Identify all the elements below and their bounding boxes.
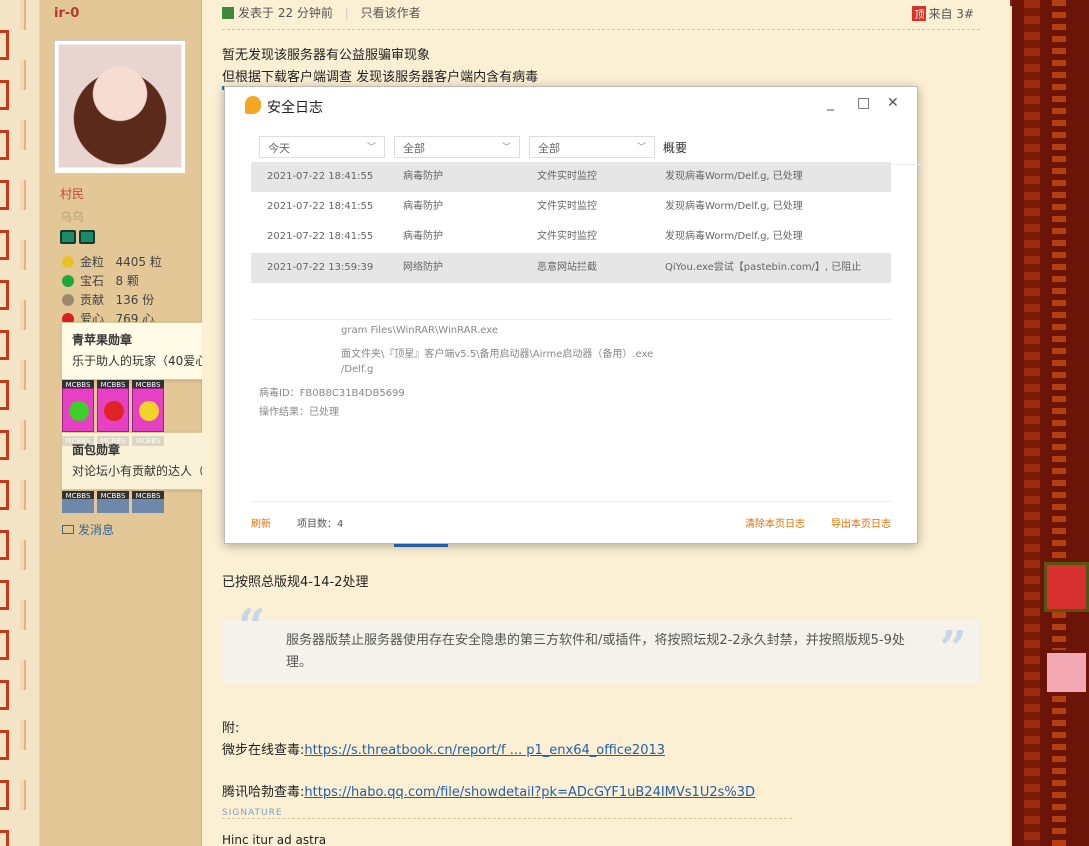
gem-icon: [62, 275, 74, 287]
threatbook-link[interactable]: https://s.threatbook.cn/report/f ... p1_…: [304, 743, 665, 758]
user-rank: 村民: [60, 187, 85, 201]
habo-line: 腾讯哈勃查毒:https://habo.qq.com/file/showdeta…: [222, 785, 756, 800]
post-line-3: 已按照总版规4-14-2处理: [222, 575, 369, 590]
signature-divider: SIGNATURE: [222, 808, 792, 819]
log-row[interactable]: 2021-07-22 13:59:39 网络防护 恶意网站拦截 QiYou.exe尝试…: [251, 253, 891, 283]
stat-gem: 宝石 8 颗: [62, 272, 139, 289]
close-quote-icon: ”: [939, 621, 967, 677]
close-icon[interactable]: ✕: [887, 95, 899, 111]
top-tag: 顶: [912, 6, 927, 21]
detail-path: gram Files\WinRAR\WinRAR.exe: [341, 325, 498, 336]
user-sidebar: ir-0 村民 乌乌 金粒 4405 粒 宝石 8 颗 贡献 136 份 爱心 …: [40, 0, 202, 846]
stat-contribution: 贡献 136 份: [62, 291, 154, 308]
security-log-window: 安全日志 _ □ ✕ 今天 ﹀ 全部 ﹀ 全部 ﹀ 概要 2021-07-22 18:…: [224, 86, 921, 544]
side-float-button[interactable]: [1044, 562, 1089, 612]
chevron-down-icon: ﹀: [366, 143, 376, 153]
creeper-rank-icon: [60, 230, 76, 244]
quote-text: 服务器版禁止服务器使用存在安全隐患的第三方软件和/或插件，将按照坛规2-2永久封…: [286, 633, 905, 670]
send-message-link[interactable]: 发消息: [62, 521, 114, 538]
refresh-button[interactable]: 刷新: [251, 515, 271, 530]
rank-icons: [60, 230, 100, 246]
creeper-rank-icon: [79, 230, 95, 244]
log-row[interactable]: 2021-07-22 18:41:55 病毒防护 文件实时监控 发现病毒Worm/De…: [251, 222, 891, 252]
divider: [251, 319, 891, 320]
attach-label: 附:: [222, 721, 240, 736]
chevron-down-icon: ﹀: [636, 143, 646, 153]
detail-virus: /Delf.g: [341, 364, 374, 375]
right-decoration: [1012, 0, 1089, 846]
golden-apple-medal[interactable]: [132, 388, 164, 432]
detail-virus-id: 病毒ID：FB0B8C31B4DB5699: [259, 388, 405, 399]
flame-logo-icon: [245, 96, 261, 114]
chevron-down-icon: ﹀: [501, 143, 511, 153]
mail-icon: [62, 525, 74, 534]
user-subrank: 乌乌: [60, 210, 85, 224]
side-float-button[interactable]: [1044, 650, 1089, 695]
detail-file: 面文件夹\『顶星』客户端v5.5\备用启动器\Airme启动器（备用）.exe: [341, 349, 654, 360]
avatar[interactable]: [54, 40, 186, 174]
red-apple-medal[interactable]: [97, 388, 129, 432]
detail-result: 操作结果：已处理: [259, 407, 339, 418]
export-log-button[interactable]: 导出本页日志: [831, 515, 891, 530]
log-row[interactable]: 2021-07-22 18:41:55 病毒防护 文件实时监控 发现病毒Worm/De…: [251, 162, 891, 192]
green-apple-medal[interactable]: [62, 388, 94, 432]
window-title: 安全日志: [267, 100, 323, 116]
summary-column-header: 概要: [663, 141, 688, 155]
medal-row-3: [62, 499, 167, 516]
source-filter-dropdown[interactable]: 全部 ﹀: [529, 136, 655, 158]
type-filter-dropdown[interactable]: 全部 ﹀: [394, 136, 520, 158]
signature-text: Hinc itur ad astra: [222, 833, 327, 846]
creeper-icon: [222, 7, 234, 19]
floor-number[interactable]: 顶来自 3#: [912, 5, 974, 22]
log-row[interactable]: 2021-07-22 18:41:55 病毒防护 文件实时监控 发现病毒Worm/De…: [251, 192, 891, 222]
habo-link[interactable]: https://habo.qq.com/file/showdetail?pk=A…: [304, 785, 755, 800]
left-decoration: [0, 0, 40, 846]
threatbook-line: 微步在线查毒:https://s.threatbook.cn/report/f …: [222, 743, 666, 758]
post-line-1: 暂无发现该服务器有公益服骗审现象: [222, 48, 431, 63]
quote-block: “ 服务器版禁止服务器使用存在安全隐患的第三方软件和/或插件，将按照坛规2-2永…: [222, 603, 979, 684]
medal-row-1: [62, 388, 167, 435]
username-link[interactable]: ir-0: [54, 6, 79, 21]
filter-bar: 今天 ﹀ 全部 ﹀ 全部 ﹀: [251, 127, 921, 165]
footer-divider: [251, 501, 891, 502]
gold-nugget-icon: [62, 256, 74, 268]
maximize-icon[interactable]: □: [857, 95, 870, 111]
minimize-icon[interactable]: _: [827, 95, 834, 111]
contribution-icon: [62, 294, 74, 306]
post-line-2: 但根据下载客户端调查 发现该服务器客户端内含有病毒: [222, 70, 539, 85]
post-time: 发表于 22 分钟前: [238, 6, 333, 20]
date-filter-dropdown[interactable]: 今天 ﹀: [259, 136, 385, 158]
open-quote-icon: “: [238, 599, 266, 655]
item-count: 项目数：4: [297, 519, 344, 530]
stat-gold: 金粒 4405 粒: [62, 253, 162, 270]
only-author-link[interactable]: 只看该作者: [361, 6, 421, 20]
medal-icon[interactable]: [132, 499, 164, 513]
medal-icon[interactable]: [97, 499, 129, 513]
clear-log-button[interactable]: 清除本页日志: [745, 515, 805, 530]
medal-icon[interactable]: [62, 499, 94, 513]
post-header: 发表于 22 分钟前 | 只看该作者 顶来自 3#: [222, 4, 980, 30]
